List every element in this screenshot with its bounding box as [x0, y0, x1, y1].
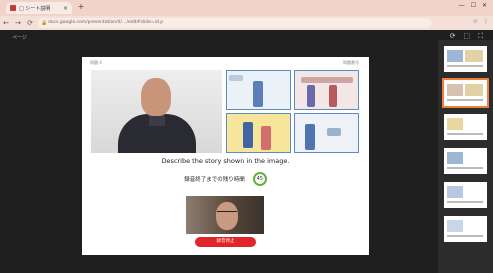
thumbnail-4[interactable] [444, 148, 487, 174]
thumbnail-6[interactable] [444, 216, 487, 242]
close-window-button[interactable]: ✕ [482, 2, 487, 9]
comic-panel-2 [294, 70, 359, 110]
slide-prompt: Describe the story shown in the image. [161, 157, 290, 165]
url-text: docs.google.com/presentation/d/…/edit#sl… [48, 20, 164, 25]
browser-menu-icon[interactable]: ⋮ [483, 18, 489, 25]
forward-icon[interactable]: → [12, 19, 24, 27]
presentation-viewer: ページ ⟳ ⬚ ⛶ 問題 4 問題番号 Describe the story s… [0, 30, 493, 273]
viewer-top-label: ページ [12, 35, 27, 41]
browser-actions: ☆ ⋮ [473, 18, 489, 25]
maximize-button[interactable]: ☐ [471, 2, 476, 9]
tab-title: □ シート説明 [19, 5, 51, 12]
browser-tab[interactable]: □ シート説明 × [6, 2, 72, 14]
bookmark-star-icon[interactable]: ☆ [473, 18, 478, 25]
lock-icon: 🔒 [41, 20, 48, 26]
stop-recording-button[interactable]: 録音停止 [195, 237, 256, 247]
timer-label: 録音終了までの残り時間 [184, 177, 245, 183]
thumbnail-1[interactable] [444, 46, 487, 72]
thumbnail-2[interactable] [442, 78, 489, 108]
new-tab-button[interactable]: + [76, 2, 86, 12]
story-comic [226, 70, 359, 153]
comic-panel-4 [294, 113, 359, 153]
url-field[interactable]: 🔒 docs.google.com/presentation/d/…/edit#… [38, 18, 432, 28]
slide-corner-right: 問題番号 [343, 60, 359, 65]
tab-close-icon[interactable]: × [63, 5, 68, 12]
reload-icon[interactable]: ⟳ [24, 19, 36, 27]
presenter-photo [91, 70, 222, 153]
browser-tab-bar: □ シート説明 × + — ☐ ✕ [0, 0, 493, 16]
slide-thumbnails [438, 40, 493, 273]
window-controls: — ☐ ✕ [459, 2, 487, 9]
webcam-preview [186, 196, 264, 234]
minimize-button[interactable]: — [459, 2, 465, 9]
address-bar-row: ← → ⟳ 🔒 docs.google.com/presentation/d/…… [0, 16, 493, 30]
slide: 問題 4 問題番号 Describe the story shown in th… [82, 57, 369, 255]
thumbnail-5[interactable] [444, 182, 487, 208]
comic-panel-1 [226, 70, 291, 110]
back-icon[interactable]: ← [0, 19, 12, 27]
thumbnail-3[interactable] [444, 114, 487, 140]
screen: □ シート説明 × + — ☐ ✕ ← → ⟳ 🔒 docs.google.co… [0, 0, 493, 273]
slide-corner-left: 問題 4 [90, 60, 102, 65]
timer-countdown: 45 [252, 172, 267, 186]
timer-row: 録音終了までの残り時間 45 [82, 172, 369, 186]
slides-favicon-icon [10, 5, 16, 11]
comic-panel-3 [226, 113, 291, 153]
